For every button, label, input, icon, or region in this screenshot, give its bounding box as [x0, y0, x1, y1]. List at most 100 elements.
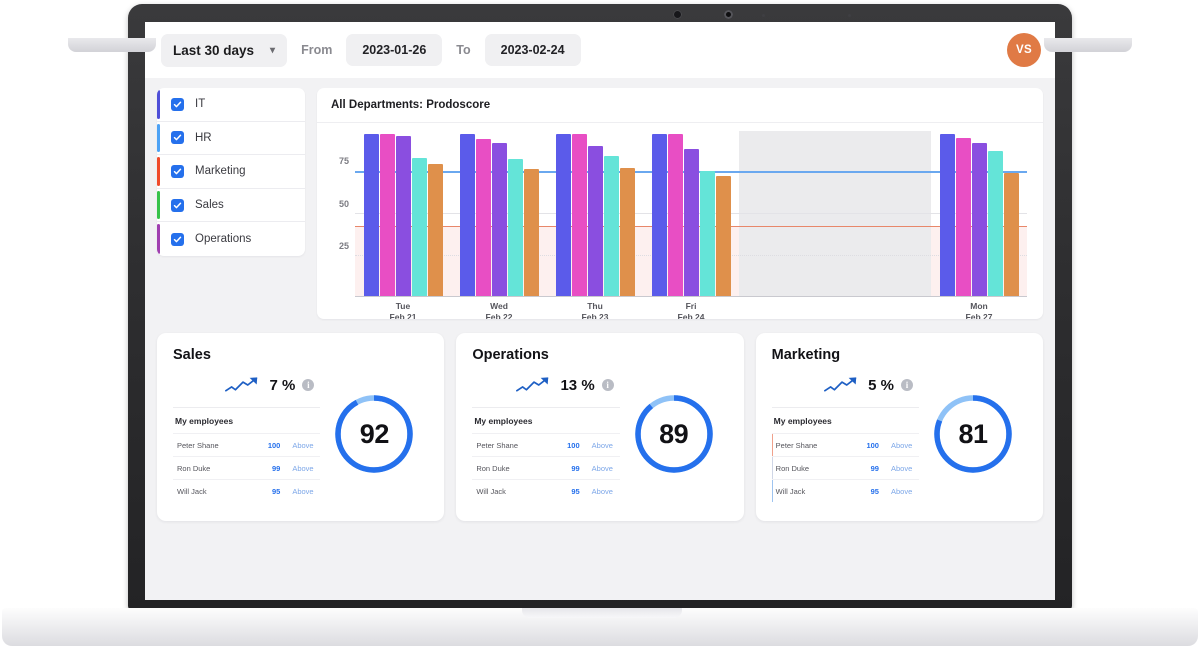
chart-bar[interactable]: [571, 134, 587, 297]
from-label: From: [301, 43, 333, 57]
department-checkbox[interactable]: [171, 131, 184, 145]
employee-score: 95: [571, 486, 580, 496]
laptop-foot-right: [1044, 38, 1132, 52]
chart-bar[interactable]: [427, 164, 443, 297]
employee-row[interactable]: Will Jack 95 Above: [771, 479, 919, 502]
employee-status: Above: [890, 463, 913, 473]
department-filter-item[interactable]: Operations: [157, 222, 305, 256]
chart-x-label: Fri Feb 24: [677, 301, 705, 319]
employee-accent: [472, 480, 474, 502]
chart-bar[interactable]: [715, 175, 731, 297]
department-filter-item[interactable]: IT: [157, 88, 305, 122]
info-icon[interactable]: i: [900, 379, 913, 391]
score-gauge-wrap: 92: [320, 363, 428, 505]
kpi-card: Operations 13 % i My employees Peter Shane 10…: [456, 333, 744, 521]
employee-row[interactable]: Peter Shane 100 Above: [472, 433, 620, 456]
chart-x-label: Thu Feb 23: [581, 301, 609, 319]
employee-row[interactable]: Ron Duke 99 Above: [173, 456, 321, 479]
chart-bar[interactable]: [475, 139, 491, 297]
employee-accent: [173, 457, 175, 479]
employee-row[interactable]: Ron Duke 99 Above: [472, 456, 620, 479]
department-checkbox[interactable]: [171, 198, 184, 212]
employee-name: Peter Shane: [177, 440, 219, 450]
employee-status: Above: [591, 440, 613, 450]
chart-bar[interactable]: [971, 142, 987, 297]
trend-up-icon: [824, 377, 857, 392]
info-icon[interactable]: i: [601, 379, 614, 391]
laptop-base: [2, 608, 1198, 646]
base-notch: [522, 608, 682, 618]
chart-bar[interactable]: [939, 134, 955, 297]
screen: Last 30 days ▾ From 2023-01-26 To 2023-0…: [145, 22, 1055, 600]
employees-header: My employees: [472, 407, 620, 433]
kpi-title: Sales: [173, 347, 211, 363]
chart-bar[interactable]: [587, 145, 603, 297]
chart-bar[interactable]: [651, 134, 667, 297]
date-range-select[interactable]: Last 30 days ▾: [161, 33, 288, 67]
chart-bar[interactable]: [683, 149, 699, 297]
department-checkbox[interactable]: [171, 97, 184, 111]
camera-icon: [673, 10, 682, 19]
employee-status: Above: [292, 486, 314, 496]
employee-row[interactable]: Will Jack 95 Above: [173, 479, 321, 502]
chart-bar[interactable]: [987, 150, 1003, 297]
department-checkbox[interactable]: [171, 232, 184, 246]
from-date-input[interactable]: 2023-01-26: [346, 34, 443, 66]
kpi-percent: 13 %: [560, 376, 595, 394]
trend-up-icon: [225, 377, 258, 392]
chart-axis-line: [355, 295, 1027, 297]
department-color-marker: [157, 190, 160, 220]
department-label: Sales: [195, 199, 224, 212]
chart-bar[interactable]: [667, 134, 683, 297]
chart-bar[interactable]: [603, 155, 619, 297]
employee-accent: [771, 480, 774, 502]
top-row: IT HR Marketing Sales Operations All Departm…: [157, 88, 1043, 319]
employee-name: Peter Shane: [476, 440, 519, 450]
employee-row[interactable]: Peter Shane 100 Above: [173, 433, 321, 456]
employee-name: Ron Duke: [775, 463, 810, 473]
chart-bar[interactable]: [395, 135, 411, 297]
employee-accent: [771, 457, 774, 479]
chart-bar-group: [643, 131, 739, 297]
department-filter-item[interactable]: Marketing: [157, 155, 305, 189]
kpi-percent: 5 %: [868, 376, 894, 394]
chart-bar[interactable]: [363, 134, 379, 297]
chart-bar[interactable]: [555, 134, 571, 297]
employees-header: My employees: [173, 407, 321, 433]
department-checkbox[interactable]: [171, 164, 184, 178]
chart-bar[interactable]: [491, 142, 507, 297]
employee-row[interactable]: Will Jack 95 Above: [472, 479, 620, 502]
kpi-card: Sales 7 % i My employees Peter Shane 100 Above…: [157, 333, 445, 521]
chart-bar[interactable]: [507, 159, 523, 297]
score-value: 89: [659, 418, 689, 449]
chart-y-tick: 75: [338, 156, 349, 167]
chart-bar[interactable]: [619, 167, 635, 297]
employee-score: 100: [567, 440, 580, 450]
laptop-foot-left: [68, 38, 156, 52]
chevron-down-icon: ▾: [270, 44, 276, 56]
chart-bar[interactable]: [379, 134, 395, 297]
employees-header: My employees: [771, 407, 919, 433]
department-filter-item[interactable]: HR: [157, 122, 305, 156]
top-bar: Last 30 days ▾ From 2023-01-26 To 2023-0…: [145, 22, 1055, 78]
department-filter-item[interactable]: Sales: [157, 189, 305, 223]
chart-bar[interactable]: [1003, 172, 1019, 297]
trend-row: 13 % i: [472, 363, 619, 407]
employee-accent: [173, 480, 175, 502]
chart-y-tick: 25: [338, 240, 349, 251]
employee-row[interactable]: Ron Duke 99 Above: [771, 456, 919, 479]
info-icon[interactable]: i: [302, 379, 315, 391]
chart-bar[interactable]: [699, 170, 715, 297]
chart-bar[interactable]: [459, 134, 475, 297]
department-label: IT: [195, 98, 206, 111]
avatar[interactable]: VS: [1007, 33, 1041, 67]
chart-plot-area: 25 50 75: [339, 131, 1027, 297]
to-date-input[interactable]: 2023-02-24: [484, 34, 581, 66]
department-color-marker: [157, 90, 160, 119]
chart-bar[interactable]: [523, 169, 539, 297]
chart-bar[interactable]: [955, 137, 971, 297]
chart-bar[interactable]: [411, 157, 427, 297]
score-value: 81: [958, 418, 988, 449]
trend-row: 5 % i: [772, 363, 919, 407]
employee-row[interactable]: Peter Shane 100 Above: [771, 433, 919, 456]
